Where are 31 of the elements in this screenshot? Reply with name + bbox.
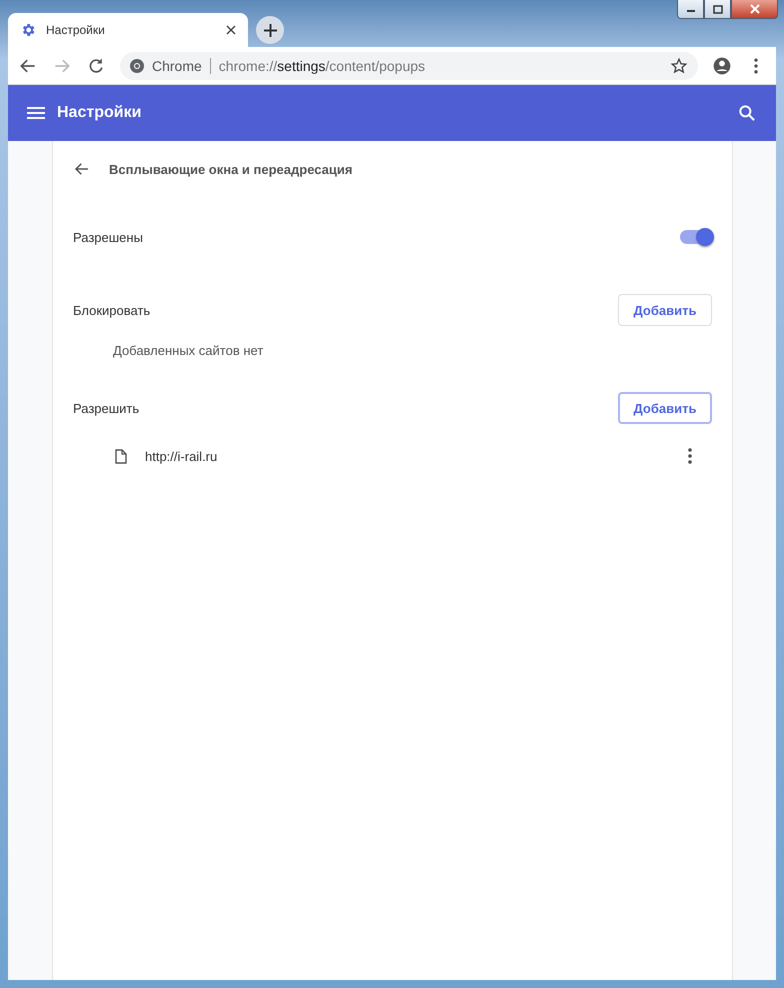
account-icon[interactable] xyxy=(712,56,732,76)
section-title: Разрешить xyxy=(73,400,140,416)
star-icon[interactable] xyxy=(670,56,688,74)
more-icon[interactable] xyxy=(688,448,692,464)
address-bar[interactable]: Chrome chrome://settings/content/popups xyxy=(120,52,698,80)
site-label: Chrome xyxy=(152,58,202,74)
minimize-button[interactable] xyxy=(677,0,704,19)
menu-icon[interactable] xyxy=(27,106,45,120)
search-icon[interactable] xyxy=(737,103,757,123)
toggle-switch[interactable] xyxy=(680,230,712,244)
document-icon xyxy=(115,448,127,464)
close-window-button[interactable] xyxy=(731,0,778,19)
close-icon[interactable] xyxy=(226,25,236,35)
site-url: http://i-rail.ru xyxy=(145,448,218,464)
plus-icon xyxy=(264,24,276,36)
close-icon xyxy=(748,4,760,14)
add-button[interactable]: Добавить xyxy=(618,392,712,424)
maximize-icon xyxy=(712,4,722,14)
header-title: Настройки xyxy=(57,104,142,122)
chrome-logo-icon xyxy=(130,58,144,72)
url-text: chrome://settings/content/popups xyxy=(218,58,426,74)
add-button[interactable]: Добавить xyxy=(618,294,712,326)
section-title: Блокировать xyxy=(73,302,150,318)
browser-tab[interactable]: Настройки xyxy=(8,13,248,47)
tab-title: Настройки xyxy=(46,23,106,37)
maximize-button[interactable] xyxy=(704,0,731,19)
toggle-label: Разрешены xyxy=(73,230,143,244)
new-tab-button[interactable] xyxy=(256,16,284,44)
gear-icon xyxy=(20,22,36,38)
page-title: Всплывающие окна и переадресация xyxy=(109,162,352,176)
empty-list-text: Добавленных сайтов нет xyxy=(112,343,264,360)
